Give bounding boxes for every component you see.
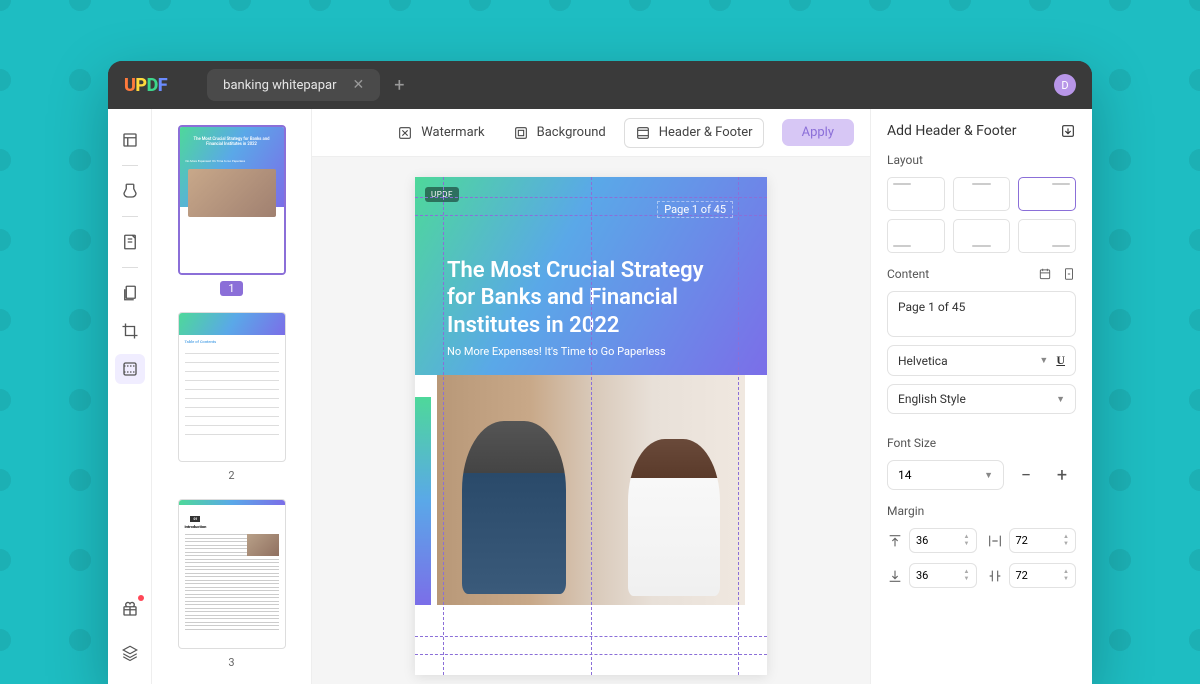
content-input[interactable]: Page 1 of 45 [887,291,1076,337]
fontsize-label: Font Size [887,436,1076,450]
layers-icon[interactable] [115,638,145,668]
pages-icon[interactable] [115,278,145,308]
page-tools-toolbar: Watermark Background Header & Footer App… [312,109,870,157]
fontsize-increase[interactable]: + [1048,461,1076,489]
app-window: UPDF banking whitepapar ✕ + D [108,61,1092,684]
margin-top-icon [887,533,903,549]
page-preview: UPDF Page 1 of 45 The Most Crucial Strat… [415,177,767,675]
layout-section: Layout [871,153,1092,267]
redact-icon[interactable] [115,176,145,206]
header-footer-button[interactable]: Header & Footer [624,118,764,148]
content-label: Content [887,267,929,281]
page-subtitle: No More Expenses! It's Time to Go Paperl… [447,345,666,358]
margin-outside-icon [987,533,1003,549]
header-footer-tool-icon[interactable] [115,354,145,384]
panel-header: Add Header & Footer [871,109,1092,153]
titlebar: UPDF banking whitepapar ✕ + D [108,61,1092,109]
watermark-button[interactable]: Watermark [387,119,494,147]
style-select[interactable]: English Style▼ [887,384,1076,414]
left-rail [108,109,152,684]
thumbnail-2[interactable]: Table of Contents 2 [172,312,291,483]
workspace: The Most Crucial Strategy for Banks and … [108,109,1092,684]
insert-page-icon[interactable] [1062,267,1076,281]
thumbnail-3[interactable]: 01Introduction 3 [172,499,291,670]
tab-label: banking whitepapar [223,78,336,93]
insert-date-icon[interactable] [1038,267,1052,281]
apply-button[interactable]: Apply [782,119,854,146]
page-viewport[interactable]: UPDF Page 1 of 45 The Most Crucial Strat… [312,157,870,684]
margin-bottom-input[interactable]: 36▲▼ [909,563,977,588]
margin-label: Margin [887,504,1076,518]
thumb-number: 1 [220,281,242,296]
layout-label: Layout [887,153,1076,167]
page-logo: UPDF [425,187,459,202]
crop-icon[interactable] [115,316,145,346]
font-select[interactable]: Helvetica▼U [887,345,1076,376]
margin-bottom-icon [887,568,903,584]
layout-option-bottom-right[interactable] [1018,219,1076,253]
margin-section: Margin 36▲▼ 72▲▼ 36▲▼ 72▲▼ [871,504,1092,602]
fontsize-decrease[interactable]: − [1012,461,1040,489]
thumb-number: 2 [220,468,242,483]
save-template-icon[interactable] [1060,123,1076,139]
content-section: Content Page 1 of 45 Helvetica▼U English… [871,267,1092,436]
margin-top-input[interactable]: 36▲▼ [909,528,977,553]
layout-option-top-center[interactable] [953,177,1011,211]
document-tab[interactable]: banking whitepapar ✕ [207,69,380,101]
annotate-icon[interactable] [115,227,145,257]
layout-option-top-right[interactable] [1018,177,1076,211]
app-logo: UPDF [124,75,167,96]
close-icon[interactable]: ✕ [353,77,365,93]
margin-outside-input[interactable]: 72▲▼ [1009,528,1077,553]
layout-option-bottom-left[interactable] [887,219,945,253]
canvas-area: Watermark Background Header & Footer App… [312,109,870,684]
panel-title: Add Header & Footer [887,123,1016,139]
thumbnail-1[interactable]: The Most Crucial Strategy for Banks and … [172,125,291,296]
fontsize-section: Font Size 14▼ − + [871,436,1092,504]
avatar[interactable]: D [1054,74,1076,96]
background-button[interactable]: Background [503,119,616,147]
margin-inside-icon [987,568,1003,584]
layout-option-top-left[interactable] [887,177,945,211]
gift-icon[interactable] [115,594,145,624]
layout-option-bottom-center[interactable] [953,219,1011,253]
add-tab-button[interactable]: + [394,75,404,96]
properties-panel: Add Header & Footer Layout Content [870,109,1092,684]
underline-icon[interactable]: U [1056,353,1065,368]
thumbnails-icon[interactable] [115,125,145,155]
thumb-number: 3 [220,655,242,670]
thumbnail-panel: The Most Crucial Strategy for Banks and … [152,109,312,684]
fontsize-input[interactable]: 14▼ [887,460,1004,490]
margin-inside-input[interactable]: 72▲▼ [1009,563,1077,588]
